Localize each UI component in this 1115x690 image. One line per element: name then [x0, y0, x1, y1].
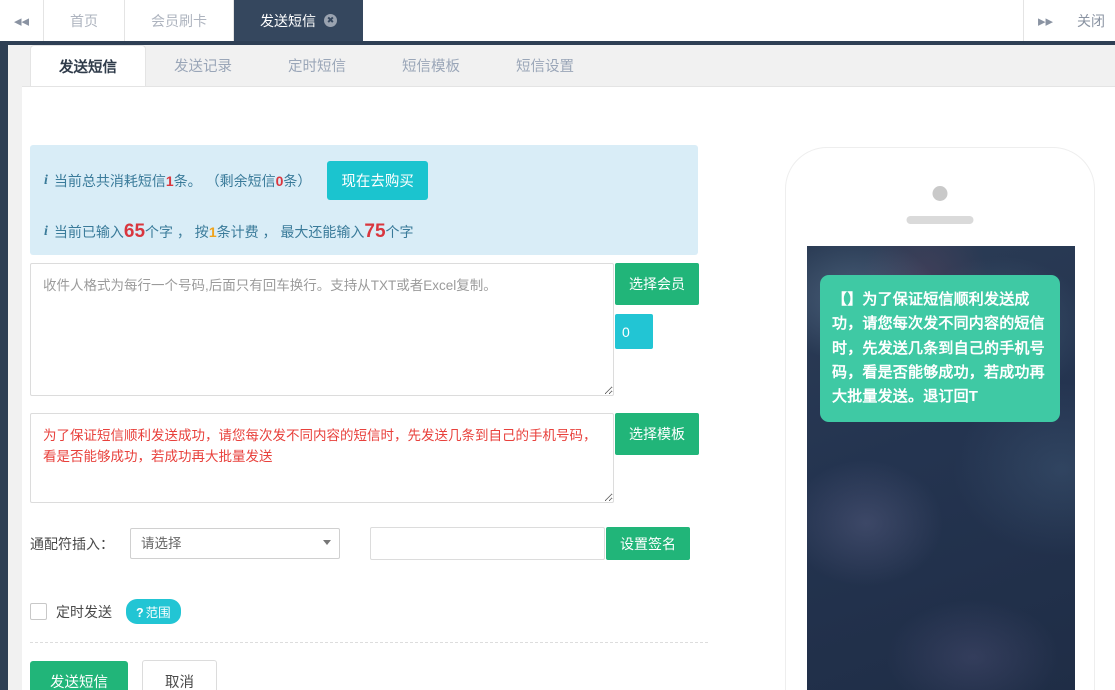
send-sms-button[interactable]: 发送短信: [30, 661, 128, 690]
cancel-button[interactable]: 取消: [142, 660, 217, 690]
scheduled-send-checkbox[interactable]: [30, 603, 47, 620]
browser-tab-label: 发送短信: [260, 12, 316, 29]
info-icon: i: [44, 172, 48, 188]
section-tab-bar: 发送短信 发送记录 定时短信 短信模板 短信设置: [22, 45, 1115, 86]
application-root: ◂◂ 首页 会员刷卡 发送短信 ✖ ▸▸ 关闭 发送短信 发送记录 定时短信 短…: [0, 0, 1115, 690]
recipients-side-controls: 选择会员 0: [615, 263, 699, 349]
double-chevron-left-icon: ◂◂: [13, 12, 30, 30]
quota-used-prefix: 当前总共消耗短信: [53, 172, 166, 189]
signature-input[interactable]: [370, 527, 605, 560]
browser-tab-home[interactable]: 首页: [44, 0, 125, 41]
close-all-tabs-label: 关闭: [1077, 12, 1105, 29]
wildcard-row: 通配符插入： 请选择 设置签名: [30, 527, 690, 560]
recipient-count-badge: 0: [615, 314, 653, 349]
browser-tab-send-sms[interactable]: 发送短信 ✖: [234, 0, 363, 41]
message-field-group: 选择模板: [30, 413, 699, 503]
wildcard-select-wrapper: 请选择: [130, 528, 340, 559]
double-chevron-right-icon: ▸▸: [1037, 12, 1054, 30]
message-textarea[interactable]: [30, 413, 614, 503]
buy-credits-button[interactable]: 现在去购买: [327, 161, 428, 200]
browser-tab-strip: ◂◂ 首页 会员刷卡 发送短信 ✖ ▸▸ 关闭: [0, 0, 1115, 41]
form-actions: 发送短信 取消: [30, 660, 217, 690]
set-signature-button[interactable]: 设置签名: [606, 527, 690, 560]
browser-tab-label: 首页: [70, 12, 98, 29]
choose-member-button[interactable]: 选择会员: [615, 263, 699, 305]
browser-tab-label: 会员刷卡: [151, 12, 207, 29]
tabs-scroll-right-button[interactable]: ▸▸: [1023, 0, 1067, 41]
browser-tab-member-card[interactable]: 会员刷卡: [125, 0, 234, 41]
char-count-value: 65: [123, 221, 146, 242]
quota-alert-line-1: i 当前总共消耗短信 1 条。 （剩余短信 0 条） 现在去购买: [44, 161, 684, 200]
phone-screen: 【】为了保证短信顺利发送成功，请您每次发不同内容的短信时，先发送几条到自己的手机…: [807, 246, 1075, 690]
quota-alert-banner: i 当前总共消耗短信 1 条。 （剩余短信 0 条） 现在去购买 i 当前已输入…: [30, 145, 698, 255]
quota-alert-line-2: i 当前已输入 65 个字 ， 按 1 条计费 ， 最大还能输入 75 个字: [44, 222, 684, 241]
quota-remaining-count: 0: [275, 172, 284, 189]
char-count-suffix: 个字: [385, 223, 414, 240]
quota-suffix-text: 条）: [283, 172, 312, 189]
tab-send-records[interactable]: 发送记录: [146, 45, 260, 86]
char-count-mid-2: 条计费 ， 最大还能输入: [216, 223, 365, 240]
phone-camera-icon: [932, 186, 948, 201]
recipients-textarea[interactable]: [30, 263, 614, 396]
billed-sms-count: 1: [208, 223, 217, 240]
phone-preview: 【】为了保证短信顺利发送成功，请您每次发不同内容的短信时，先发送几条到自己的手机…: [785, 147, 1095, 690]
tab-scheduled-sms[interactable]: 定时短信: [260, 45, 374, 86]
char-count-mid-1: 个字 ， 按: [145, 223, 209, 240]
tab-strip-spacer: [363, 0, 1023, 41]
phone-speaker-icon: [906, 216, 974, 224]
tab-label: 定时短信: [288, 59, 346, 75]
recipients-field-group: 选择会员 0: [30, 263, 699, 396]
choose-template-button[interactable]: 选择模板: [615, 413, 699, 455]
tab-content-send-sms: i 当前总共消耗短信 1 条。 （剩余短信 0 条） 现在去购买 i 当前已输入…: [22, 86, 1115, 690]
left-sidebar-rail: [0, 45, 8, 690]
tab-label: 短信设置: [516, 59, 574, 75]
scope-help-badge[interactable]: ? 范围: [126, 599, 181, 624]
info-icon: i: [44, 223, 48, 239]
remaining-chars-value: 75: [364, 221, 386, 242]
close-icon[interactable]: ✖: [324, 14, 337, 27]
tabs-scroll-left-button[interactable]: ◂◂: [0, 0, 44, 41]
wildcard-select[interactable]: 请选择: [130, 528, 340, 559]
char-count-prefix: 当前已输入: [53, 223, 124, 240]
close-all-tabs-button[interactable]: 关闭: [1067, 0, 1115, 41]
quota-middle-text: 条。 （剩余短信: [173, 172, 276, 189]
quota-used-count: 1: [165, 172, 174, 189]
form-divider: [30, 642, 708, 643]
wildcard-label: 通配符插入：: [30, 535, 114, 552]
main-panel: 发送短信 发送记录 定时短信 短信模板 短信设置 i 当前总共消耗短信 1 条。…: [22, 45, 1115, 690]
tab-label: 发送记录: [174, 59, 232, 75]
sms-preview-bubble: 【】为了保证短信顺利发送成功，请您每次发不同内容的短信时，先发送几条到自己的手机…: [820, 275, 1060, 423]
scheduled-send-row: 定时发送 ? 范围: [30, 599, 181, 624]
left-gutter: [8, 45, 22, 690]
scheduled-send-label: 定时发送: [56, 603, 112, 620]
tab-label: 发送短信: [59, 59, 117, 76]
message-side-controls: 选择模板: [615, 413, 699, 455]
tab-label: 短信模板: [402, 59, 460, 75]
scope-help-label: 范围: [145, 606, 171, 620]
question-mark-icon: ?: [136, 606, 144, 620]
tab-send-sms[interactable]: 发送短信: [30, 45, 146, 86]
tab-sms-settings[interactable]: 短信设置: [488, 45, 602, 86]
tab-sms-templates[interactable]: 短信模板: [374, 45, 488, 86]
